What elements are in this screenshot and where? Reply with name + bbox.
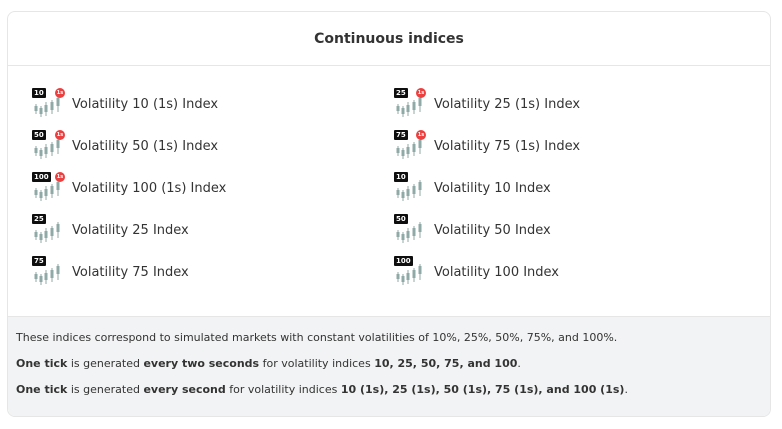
card-header: Continuous indices [8, 12, 770, 66]
index-label: Volatility 10 Index [434, 180, 551, 196]
one-second-badge: 1s [416, 88, 426, 98]
description-footer: These indices correspond to simulated ma… [8, 316, 770, 416]
index-label: Volatility 75 (1s) Index [434, 138, 581, 154]
volatility-badge: 10 [394, 172, 408, 182]
index-item[interactable]: 10 1s Volatility 10 (1s) Index [32, 88, 218, 120]
volatility-badge: 100 [32, 172, 51, 182]
volatility-badge: 75 [394, 130, 408, 140]
index-item[interactable]: 50 Volatility 50 Index [394, 214, 551, 246]
volatility-badge: 25 [394, 88, 408, 98]
one-second-badge: 1s [55, 88, 65, 98]
one-second-badge: 1s [55, 172, 65, 182]
tick-rate-text: for volatility indices [259, 357, 375, 370]
index-item[interactable]: 75 1s Volatility 75 (1s) Index [394, 130, 580, 162]
candlestick-chart-icon: 25 1s [394, 88, 430, 120]
tick-rate-bold: One tick [16, 357, 68, 370]
tick-rate-text: is generated [67, 383, 144, 396]
volatility-badge: 75 [32, 256, 46, 266]
candlestick-chart-icon: 25 [32, 214, 68, 246]
volatility-badge: 10 [32, 88, 46, 98]
continuous-indices-card: Continuous indices 10 1s Volatility 10 (… [7, 11, 771, 417]
index-label: Volatility 25 (1s) Index [434, 96, 581, 112]
tick-rate-bold: One tick [16, 383, 68, 396]
indices-grid: 10 1s Volatility 10 (1s) Index 50 1s Vol… [8, 66, 770, 316]
volatility-description-text: These indices correspond to simulated ma… [16, 331, 618, 344]
volatility-badge: 25 [32, 214, 46, 224]
index-label: Volatility 75 Index [72, 264, 189, 280]
tick-rate-bold: 10 (1s), 25 (1s), 50 (1s), 75 (1s), and … [340, 383, 625, 396]
tick-rate-two-seconds: One tick is generated every two seconds … [16, 357, 762, 370]
index-label: Volatility 100 (1s) Index [72, 180, 227, 196]
candlestick-chart-icon: 50 1s [32, 130, 68, 162]
index-item[interactable]: 50 1s Volatility 50 (1s) Index [32, 130, 218, 162]
index-item[interactable]: 25 Volatility 25 Index [32, 214, 189, 246]
index-label: Volatility 50 Index [434, 222, 551, 238]
index-item[interactable]: 100 Volatility 100 Index [394, 256, 559, 288]
one-second-badge: 1s [416, 130, 426, 140]
index-item[interactable]: 25 1s Volatility 25 (1s) Index [394, 88, 580, 120]
index-item[interactable]: 100 1s Volatility 100 (1s) Index [32, 172, 226, 204]
volatility-badge: 50 [32, 130, 46, 140]
candlestick-chart-icon: 10 1s [32, 88, 68, 120]
tick-rate-text: for volatility indices [225, 383, 341, 396]
index-label: Volatility 100 Index [434, 264, 560, 280]
one-second-badge: 1s [55, 130, 65, 140]
index-item[interactable]: 10 Volatility 10 Index [394, 172, 551, 204]
volatility-description: These indices correspond to simulated ma… [16, 331, 762, 344]
index-label: Volatility 10 (1s) Index [72, 96, 219, 112]
candlestick-chart-icon: 10 [394, 172, 430, 204]
volatility-badge: 50 [394, 214, 408, 224]
candlestick-chart-icon: 75 1s [394, 130, 430, 162]
candlestick-chart-icon: 75 [32, 256, 68, 288]
tick-rate-text: . [517, 357, 521, 370]
index-label: Volatility 50 (1s) Index [72, 138, 219, 154]
index-item[interactable]: 75 Volatility 75 Index [32, 256, 189, 288]
candlestick-chart-icon: 50 [394, 214, 430, 246]
tick-rate-bold: 10, 25, 50, 75, and 100 [374, 357, 518, 370]
candlestick-chart-icon: 100 1s [32, 172, 68, 204]
tick-rate-one-second: One tick is generated every second for v… [16, 383, 762, 396]
tick-rate-text: is generated [67, 357, 144, 370]
card-title: Continuous indices [314, 30, 464, 47]
tick-rate-bold: every second [143, 383, 226, 396]
volatility-badge: 100 [394, 256, 413, 266]
tick-rate-text: . [624, 383, 628, 396]
candlestick-chart-icon: 100 [394, 256, 430, 288]
tick-rate-bold: every two seconds [143, 357, 260, 370]
index-label: Volatility 25 Index [72, 222, 189, 238]
